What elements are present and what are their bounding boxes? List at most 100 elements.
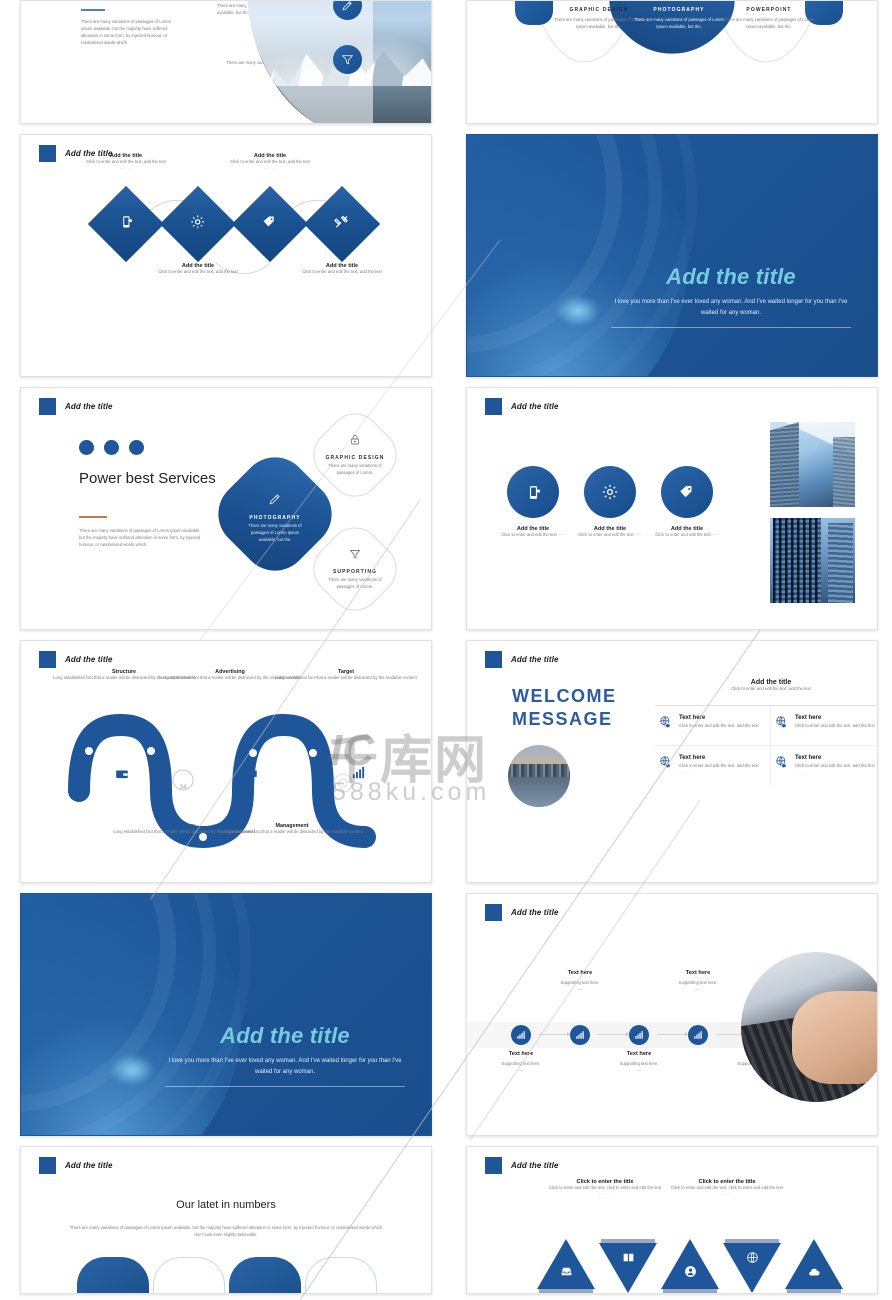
slide8-card4-dots: ····· <box>795 769 809 776</box>
slide10-top1-text: Supporting text here. <box>560 980 600 985</box>
slide8-right-dots: ····· <box>764 692 778 699</box>
slide-10[interactable]: Add the title Text here Supporting text … <box>466 893 878 1136</box>
slide8-card-4[interactable]: Text here Click to enter and edit the te… <box>771 746 877 785</box>
slide8-card2-dots: ····· <box>795 729 809 736</box>
bar-chart-icon <box>511 1025 531 1045</box>
slide-cell-3[interactable]: Add the title Add the title Click to ent… <box>0 130 446 383</box>
slide8-card-grid: Text here Click to enter and edit the te… <box>655 705 877 785</box>
slide8-card2-text: Click to enter and edit the text, add th… <box>795 722 875 728</box>
slide-7[interactable]: Add the title Structure Long established… <box>20 640 432 883</box>
slide-1[interactable]: There are many variations of passages of… <box>20 0 432 124</box>
slide12-label-2: Click to enter the title Click to enter … <box>665 1179 789 1198</box>
arrow-1 <box>539 1032 570 1036</box>
slide-cell-8[interactable]: Add the title WELCOME MESSAGE Add the ti… <box>446 636 892 889</box>
slide-cell-4[interactable]: Add the title I love you more than I've … <box>446 130 892 383</box>
slide8-right-head: Add the title Click to enter and edit th… <box>655 679 877 699</box>
slide-12[interactable]: Add the title Click to enter the title C… <box>466 1146 878 1294</box>
slide-cell-9[interactable]: Add the title I love you more than I've … <box>0 889 446 1142</box>
slide2-col3-text: There are many variations of passages of… <box>723 17 815 29</box>
slide10-bottom-1: Text here Supporting text here. — <box>467 1051 576 1074</box>
slide2-col2-cap: PHOTOGRAPHY <box>653 7 705 13</box>
stat-badge-4: 99 <box>305 1257 377 1293</box>
slide-8[interactable]: Add the title WELCOME MESSAGE Add the ti… <box>466 640 878 883</box>
slide10-top2-dash: — <box>695 986 701 993</box>
slide2-column-2: PHOTOGRAPHY There are many variations of… <box>629 7 729 31</box>
slide-grid: There are many variations of passages of… <box>0 0 892 1300</box>
arrow-2 <box>598 1032 629 1036</box>
slide-cell-12[interactable]: Add the title Click to enter the title C… <box>446 1142 892 1300</box>
slide3-label1-text: Click to enter and edit the text, add th… <box>86 159 166 164</box>
slide-cell-6[interactable]: Add the title Add the title Click to ent… <box>446 383 892 636</box>
slide6-header: Add the title <box>485 398 559 415</box>
skyscraper-photo-2 <box>770 518 855 603</box>
slide5-dots <box>79 440 144 455</box>
globe-icon <box>723 1251 781 1264</box>
slide10-header: Add the title <box>485 904 559 921</box>
slide-cell-2[interactable]: GRAPHIC DESIGN There are many variations… <box>446 0 892 130</box>
slide10-bot2-dash: — <box>636 1067 642 1074</box>
slide8-heading-line1: WELCOME <box>512 686 617 706</box>
slide8-card-3[interactable]: Text here Click to enter and edit the te… <box>655 745 771 785</box>
slide8-heading-line2: MESSAGE <box>512 708 613 729</box>
slide4-text-box: Add the title I love you more than I've … <box>607 264 855 328</box>
slide-2[interactable]: GRAPHIC DESIGN There are many variations… <box>466 0 878 124</box>
leaf-shape-left <box>515 1 553 25</box>
slide6-item2-text: Click to enter and edit the text ····· <box>578 532 642 537</box>
slide-5[interactable]: Add the title Power best Services There … <box>20 387 432 630</box>
slide-4[interactable]: Add the title I love you more than I've … <box>466 134 878 377</box>
slide7-bottom2-text: Long established fact that a reader will… <box>221 829 363 834</box>
slide10-header-title: Add the title <box>511 908 559 917</box>
slide6-item-3: Add the title Click to enter and edit th… <box>644 526 730 539</box>
slide8-right-block: Add the title Click to enter and edit th… <box>655 679 877 785</box>
slide-9[interactable]: Add the title I love you more than I've … <box>20 893 432 1136</box>
tag-icon <box>661 466 713 518</box>
slide12-label2-text: Click to enter and edit the text, click … <box>670 1185 784 1190</box>
stat-badge-1: 800 <box>77 1257 149 1293</box>
slide5-center-cap: PHOTOGRAPHY <box>249 515 301 522</box>
slide4-title: Add the title <box>666 264 796 289</box>
slide10-bot2-title: Text here <box>626 1051 652 1057</box>
slide3-label2-dots: ····· <box>191 275 205 282</box>
cloud-icon <box>785 1265 843 1279</box>
slide-cell-5[interactable]: Add the title Power best Services There … <box>0 383 446 636</box>
slide7-bottom-2: Management Long established fact that a … <box>217 823 367 836</box>
slide8-heading: WELCOME MESSAGE <box>512 685 617 730</box>
slide8-card-2[interactable]: Text here Click to enter and edit the te… <box>771 706 877 746</box>
slide6-item3-text: Click to enter and edit the text ····· <box>655 532 719 537</box>
slide6-header-title: Add the title <box>511 402 559 411</box>
slide11-header-title: Add the title <box>65 1161 113 1170</box>
slide4-background: Add the title I love you more than I've … <box>467 135 877 376</box>
slide-cell-1[interactable]: There are many variations of passages of… <box>0 0 446 130</box>
slide10-top-2: Text here Supporting text here. — <box>643 970 753 993</box>
slide5-center-text: There are many variations of passages of… <box>248 523 302 542</box>
slide-cell-11[interactable]: Add the title Our latet in numbers There… <box>0 1142 446 1300</box>
globe-shield-icon <box>659 755 673 776</box>
slide2-col3-cap: POWERPOINT <box>746 7 792 13</box>
slide3-label4-text: Click to enter and edit the text, add th… <box>302 269 382 274</box>
bar-chart-icon <box>688 1025 708 1045</box>
inbox-icon <box>537 1265 595 1278</box>
slide8-card-1[interactable]: Text here Click to enter and edit the te… <box>655 705 771 746</box>
slide9-divider <box>165 1086 405 1087</box>
slide-11[interactable]: Add the title Our latet in numbers There… <box>20 1146 432 1294</box>
bar-chart-icon <box>351 765 366 785</box>
slide8-card3-text: Click to enter and edit the text, add th… <box>679 762 759 768</box>
slide8-card4-text: Click to enter and edit the text, add th… <box>795 762 875 768</box>
bar-chart-icon <box>629 1025 649 1045</box>
slide5-header: Add the title <box>39 398 113 415</box>
slide12-label2-dots: ····· <box>720 1191 734 1198</box>
slide10-bot1-text: Supporting text here. <box>501 1061 541 1066</box>
slide11-description: There are many variations of passages of… <box>69 1225 383 1237</box>
slide8-right-sub: Click to enter and edit the text, add th… <box>731 686 811 691</box>
slide-cell-10[interactable]: Add the title Text here Supporting text … <box>446 889 892 1142</box>
slide8-right-title: Add the title <box>750 679 792 686</box>
slide12-stage: Click to enter the title Click to enter … <box>519 1147 847 1293</box>
slide3-label4-dots: ····· <box>335 275 349 282</box>
slide-cell-7[interactable]: Add the title Structure Long established… <box>0 636 446 889</box>
slide8-header: Add the title <box>485 651 559 668</box>
slide5-accent-rule <box>79 516 107 518</box>
stat-badge-3: 3200 <box>229 1257 301 1293</box>
slide-3[interactable]: Add the title Add the title Click to ent… <box>20 134 432 377</box>
slide-6[interactable]: Add the title Add the title Click to ent… <box>466 387 878 630</box>
slide8-header-title: Add the title <box>511 655 559 664</box>
